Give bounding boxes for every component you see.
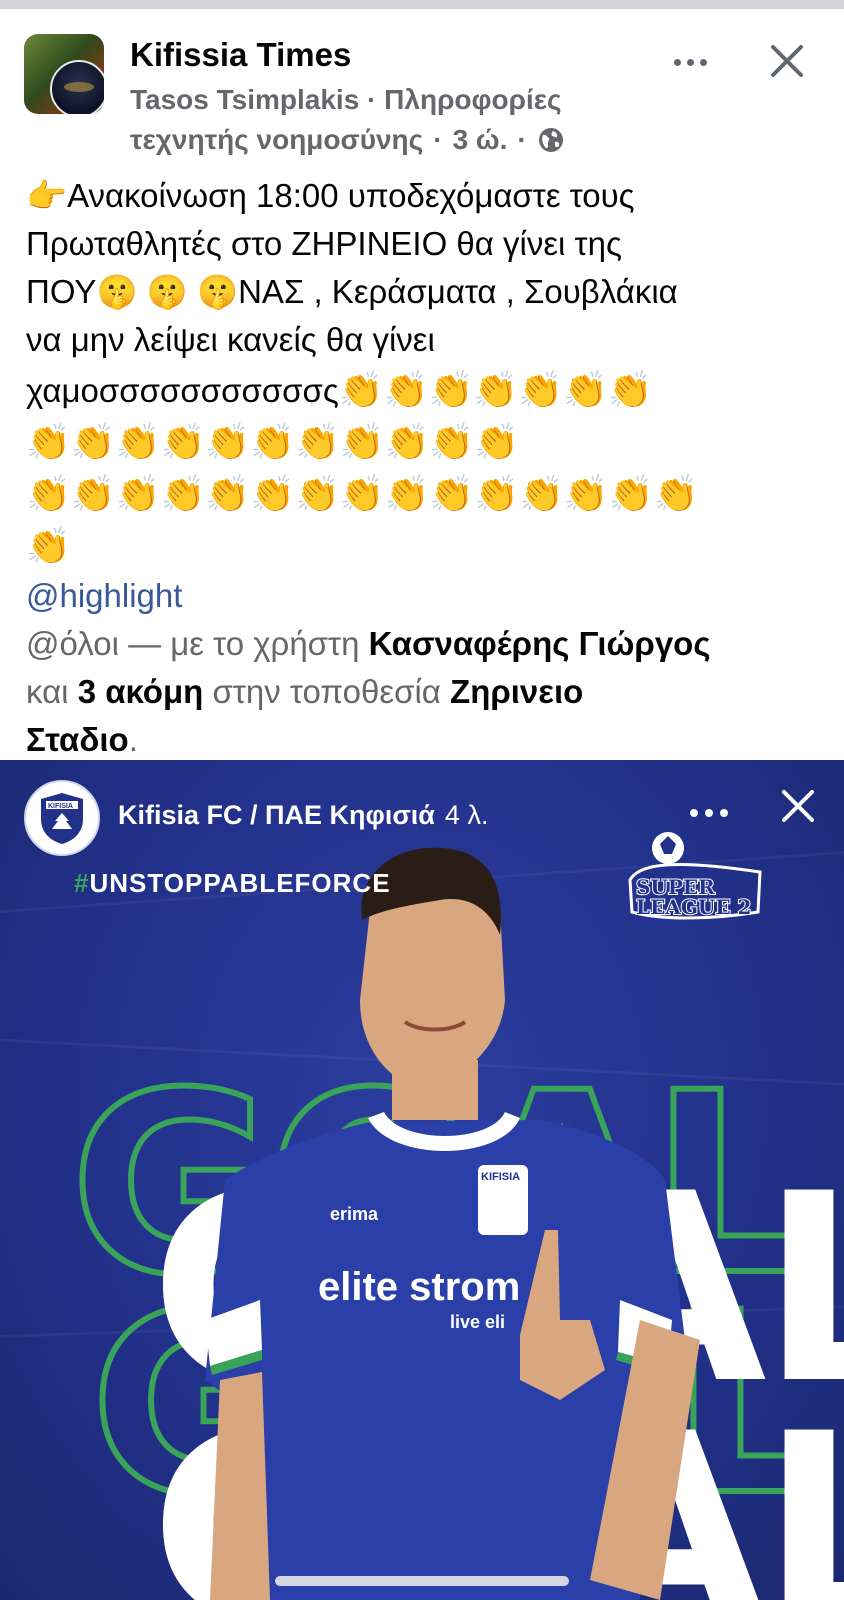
close-icon[interactable] [764,38,810,84]
jersey-sub-text: live eli [450,1312,505,1332]
body-line: Πρωταθλητές στο ΖΗΡΙΝΕΙΟ θα γίνει της [26,225,622,262]
tagged-person-link[interactable]: Κασναφέρης Γιώργος [369,625,711,662]
league-line2: LEAGUE 2 [636,895,751,919]
mention-line: @highlight [26,572,826,620]
jersey-crest-text: KIFISIA [481,1171,520,1183]
home-indicator[interactable] [275,1576,569,1586]
highlight-mention-link[interactable]: @highlight [26,577,182,614]
post-category-cont[interactable]: τεχνητής νοημοσύνης [130,124,423,156]
more-dot-icon [690,809,698,817]
svg-text:KIFISIA: KIFISIA [48,803,73,810]
club-crest-avatar[interactable]: KIFISIA [24,780,100,856]
post-time[interactable]: 3 ώ. [453,124,508,156]
author-name[interactable]: Tasos Tsimplakis [130,84,359,115]
location-link[interactable]: Ζηρινειο [450,673,583,710]
post-body: 👉Ανακοίνωση 18:00 υποδεχόμαστε τους Πρωτ… [26,172,826,764]
tags-line-3: Σταδιο. [26,721,138,758]
more-dot-icon [705,809,713,817]
post-more-button[interactable] [670,46,710,78]
body-line: να μην λείψει κανείς θα γίνει [26,321,435,358]
body-line: 👉Ανακοίνωση 18:00 υποδεχόμαστε τους [26,177,635,214]
top-divider [0,0,844,9]
body-line: ΠΟΥ🤫 🤫 🤫ΝΑΣ , Κεράσματα , Σουβλάκια [26,273,678,310]
more-dot-icon [699,58,707,66]
tagged-others-link[interactable]: 3 ακόμη [78,673,204,710]
super-league-2-logo: SUPER LEAGUE 2 [628,832,762,920]
jersey-brand-text: erima [330,1204,379,1224]
more-dot-icon [720,809,728,817]
story-account-name[interactable]: Kifisia FC / ΠΑΕ Κηφισιά [118,800,435,830]
point-right-emoji: 👉 [26,177,68,214]
jersey-sponsor-text: elite strom [318,1265,520,1309]
clap-emojis-row: 👏 [26,525,71,566]
meta-separator: · [359,84,385,115]
meta-dot: · [517,124,527,155]
shared-story-image[interactable]: GOAL GOAL GOAL GOAL erima KIFISIA elite … [0,760,844,1600]
story-age: 4 λ. [444,800,489,830]
story-header: Kifisia FC / ΠΑΕ Κηφισιά 4 λ. [118,800,488,831]
post-meta-line: Tasos Tsimplakis · Πληροφορίες [130,84,562,116]
clap-emojis-row: 👏👏👏👏👏👏👏👏👏👏👏👏👏👏👏 [26,473,699,514]
location-link-cont[interactable]: Σταδιο [26,721,129,758]
post-header: Kifissia Times Tasos Tsimplakis · Πληροφ… [24,32,824,162]
globe-icon[interactable] [537,126,565,154]
more-dot-icon [686,58,694,66]
page-name[interactable]: Kifissia Times [130,36,351,74]
post-category[interactable]: Πληροφορίες [384,84,561,115]
tags-line-2: και 3 ακόμη στην τοποθεσία Ζηρινειο [26,673,584,710]
club-crest-icon: KIFISIA [41,793,83,844]
author-avatar-overlay [50,60,104,114]
shush-emojis: 🤫 🤫 🤫 [96,273,239,310]
story-close-icon[interactable] [776,784,820,828]
body-line: χαμοσσσσσσσσσσσς👏👏👏👏👏👏👏 [26,369,653,410]
page-avatar[interactable] [24,34,104,114]
meta-dot: · [433,124,443,155]
tag-prefix: @όλοι — με το χρήστη [26,625,369,662]
post-meta-line-2: τεχνητής νοημοσύνης · 3 ώ. · [130,124,565,156]
clap-emojis: 👏👏👏👏👏👏👏 [338,369,653,410]
tags-line: @όλοι — με το χρήστη Κασναφέρης Γιώργος [26,620,826,668]
clap-emojis-row: 👏👏👏👏👏👏👏👏👏👏👏 [26,421,520,462]
more-dot-icon [673,58,681,66]
hashtag-text: #UNSTOPPABLEFORCE [74,868,391,898]
